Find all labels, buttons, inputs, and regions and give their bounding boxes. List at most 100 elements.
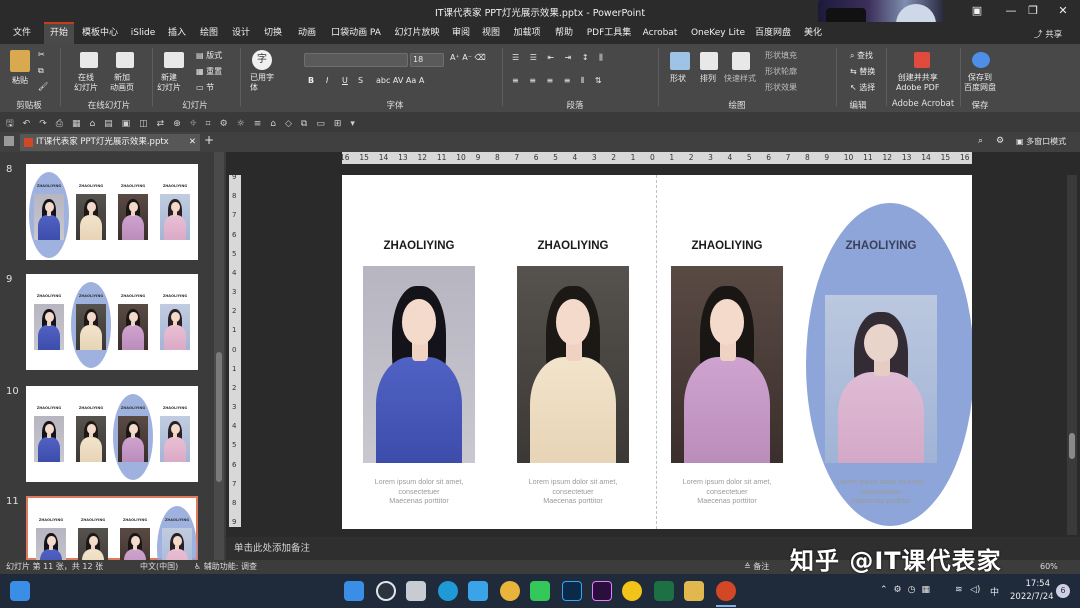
portrait-title[interactable]: ZHAOLIYING bbox=[657, 240, 797, 252]
font-tools-icons[interactable]: abc AV Aa A bbox=[376, 76, 424, 85]
input-language[interactable]: 中 bbox=[990, 585, 999, 598]
portrait-column[interactable]: ZHAOLIYING Lorem ipsum dolor sit amet, co… bbox=[811, 175, 951, 529]
premiere-icon[interactable] bbox=[592, 581, 612, 601]
shape-fill-button[interactable]: 形状填充 bbox=[765, 50, 797, 61]
baidu-netdisk-icon[interactable] bbox=[972, 52, 990, 68]
new-anim-icon[interactable] bbox=[116, 52, 134, 68]
shape-outline-button[interactable]: 形状轮廓 bbox=[765, 66, 797, 77]
excel-icon[interactable] bbox=[654, 581, 674, 601]
portrait-caption[interactable]: Lorem ipsum dolor sit amet, consectetuer… bbox=[503, 477, 643, 506]
bold-button[interactable]: B bbox=[308, 76, 314, 85]
search-icon[interactable] bbox=[376, 581, 396, 601]
start-button-icon[interactable] bbox=[344, 581, 364, 601]
system-tray-icons[interactable]: ⌃⚙◷▦ bbox=[880, 585, 936, 595]
thumbnail-scrollbar[interactable] bbox=[214, 152, 224, 560]
clock-date[interactable]: 2022/7/24 bbox=[1010, 592, 1054, 602]
portrait-photo[interactable] bbox=[825, 295, 937, 463]
quick-styles-button[interactable]: 快速样式 bbox=[724, 73, 756, 84]
language-status[interactable]: 中文(中国) bbox=[140, 560, 178, 574]
tab-7[interactable]: 切换 bbox=[262, 22, 284, 44]
portrait-title[interactable]: ZHAOLIYING bbox=[349, 240, 489, 252]
copy-icon[interactable]: ⧉ bbox=[38, 66, 44, 76]
slide-scrollbar[interactable] bbox=[1067, 175, 1077, 535]
portrait-photo[interactable] bbox=[671, 266, 783, 463]
portrait-photo[interactable] bbox=[517, 266, 629, 463]
shape-effect-button[interactable]: 形状效果 bbox=[765, 82, 797, 93]
new-slide-button[interactable]: 新建 幻灯片 bbox=[157, 73, 181, 93]
notification-badge[interactable]: 6 bbox=[1056, 584, 1070, 598]
tab-12[interactable]: 视图 bbox=[480, 22, 502, 44]
new-slide-icon[interactable] bbox=[164, 52, 184, 68]
portrait-column[interactable]: ZHAOLIYING Lorem ipsum dolor sit amet, co… bbox=[503, 175, 643, 529]
portrait-caption[interactable]: Lorem ipsum dolor sit amet, consectetuer… bbox=[657, 477, 797, 506]
paste-icon[interactable] bbox=[10, 50, 30, 72]
scrollbar-thumb[interactable] bbox=[216, 352, 222, 482]
font-name-input[interactable] bbox=[304, 53, 408, 67]
windows-logo-icon[interactable] bbox=[10, 581, 30, 601]
tab-19[interactable]: 美化 bbox=[800, 22, 826, 44]
tab-14[interactable]: 帮助 bbox=[552, 22, 576, 44]
tab-5[interactable]: 绘图 bbox=[198, 22, 220, 44]
close-tab-icon[interactable]: ✕ bbox=[189, 134, 196, 151]
tab-list-icon[interactable] bbox=[4, 136, 14, 146]
arrange-icon[interactable] bbox=[700, 52, 718, 70]
font-size-input[interactable]: 18 bbox=[410, 53, 444, 67]
slide-thumbnail[interactable]: ZHAOLIYING ZHAOLIYING ZHAOLIYING ZHAOLIYING bbox=[26, 386, 198, 482]
tab-9[interactable]: 口袋动画 PA bbox=[330, 22, 382, 44]
file-explorer-icon[interactable] bbox=[684, 581, 704, 601]
cut-icon[interactable]: ✂ bbox=[38, 50, 45, 59]
tab-4[interactable]: 插入 bbox=[166, 22, 188, 44]
tab-2[interactable]: 模板中心 bbox=[80, 22, 120, 44]
slide-canvas[interactable]: ZHAOLIYING Lorem ipsum dolor sit amet, co… bbox=[342, 175, 972, 529]
quick-styles-icon[interactable] bbox=[732, 52, 750, 70]
tab-6[interactable]: 设计 bbox=[230, 22, 252, 44]
powerpoint-taskbar-icon[interactable] bbox=[716, 581, 736, 601]
tab-13[interactable]: 加载项 bbox=[512, 22, 542, 44]
list-buttons-icon[interactable]: ☰ ☰ ⇤ ⇥ ↕ ⫼ bbox=[512, 53, 607, 63]
maximize-button[interactable]: ❐ bbox=[1016, 0, 1050, 22]
quick-access-icons[interactable]: 🖫↶↷⎙▦⌂▤▣◫⇄⊕⌖⌗⚙☼≡⌂◇⧉▭⊞▾ bbox=[6, 116, 364, 132]
shapes-button[interactable]: 形状 bbox=[670, 73, 686, 84]
new-anim-button[interactable]: 新加 动画页 bbox=[110, 73, 134, 93]
online-slides-icon[interactable] bbox=[80, 52, 98, 68]
used-font-button[interactable]: 已用字 体 bbox=[250, 73, 274, 93]
section-button[interactable]: ▭ 节 bbox=[196, 82, 214, 93]
tab-0[interactable]: 文件 bbox=[10, 22, 34, 44]
volume-icon[interactable]: ◁) bbox=[970, 585, 980, 595]
tab-1[interactable]: 开始 bbox=[44, 22, 74, 44]
clock-time[interactable]: 17:54 bbox=[1010, 579, 1051, 589]
portrait-column[interactable]: ZHAOLIYING Lorem ipsum dolor sit amet, co… bbox=[657, 175, 797, 529]
new-tab-button[interactable]: + bbox=[204, 133, 214, 147]
task-view-icon[interactable] bbox=[406, 581, 426, 601]
portrait-caption[interactable]: Lorem ipsum dolor sit amet, consectetuer… bbox=[349, 477, 489, 506]
document-tab[interactable]: IT课代表家 PPT灯光展示效果.pptx ✕ bbox=[20, 134, 200, 151]
adobe-pdf-icon[interactable] bbox=[914, 52, 930, 68]
ribbon-display-button[interactable]: ▣ bbox=[960, 0, 994, 22]
replace-button[interactable]: ⇆ 替换 bbox=[850, 66, 875, 77]
store-icon[interactable] bbox=[468, 581, 488, 601]
chrome-icon[interactable] bbox=[500, 581, 520, 601]
find-button[interactable]: ⌕ 查找 bbox=[850, 50, 873, 61]
tab-3[interactable]: iSlide bbox=[130, 22, 156, 44]
wifi-icon[interactable]: ≋ bbox=[955, 585, 963, 595]
create-pdf-button[interactable]: 创建并共享 Adobe PDF bbox=[896, 73, 939, 93]
accessibility-status[interactable]: ♿ 辅助功能: 调查 bbox=[194, 560, 257, 574]
portrait-photo[interactable] bbox=[363, 266, 475, 463]
slide-thumbnail[interactable]: ZHAOLIYING ZHAOLIYING ZHAOLIYING ZHAOLIYING bbox=[26, 274, 198, 370]
multi-window-button[interactable]: ▣ 多窗口模式 bbox=[1016, 136, 1066, 147]
arrange-button[interactable]: 排列 bbox=[700, 73, 716, 84]
layout-button[interactable]: ▤ 版式 bbox=[196, 50, 222, 61]
scrollbar-thumb[interactable] bbox=[1069, 433, 1075, 459]
tab-8[interactable]: 动画 bbox=[294, 22, 320, 44]
tab-17[interactable]: OneKey Lite bbox=[690, 22, 746, 44]
tab-16[interactable]: Acrobat bbox=[642, 22, 678, 44]
notes-toggle-button[interactable]: ≙ 备注 bbox=[744, 560, 769, 574]
tab-11[interactable]: 审阅 bbox=[450, 22, 472, 44]
tab-15[interactable]: PDF工具集 bbox=[586, 22, 632, 44]
select-button[interactable]: ↖ 选择 bbox=[850, 82, 875, 93]
format-painter-icon[interactable]: 🖌 bbox=[38, 82, 48, 91]
gear-icon[interactable]: ⚙ bbox=[996, 136, 1004, 146]
portrait-caption[interactable]: Lorem ipsum dolor sit amet, consectetuer… bbox=[811, 477, 951, 506]
paste-button[interactable]: 粘贴 bbox=[12, 75, 28, 86]
italic-button[interactable]: I bbox=[326, 76, 328, 85]
